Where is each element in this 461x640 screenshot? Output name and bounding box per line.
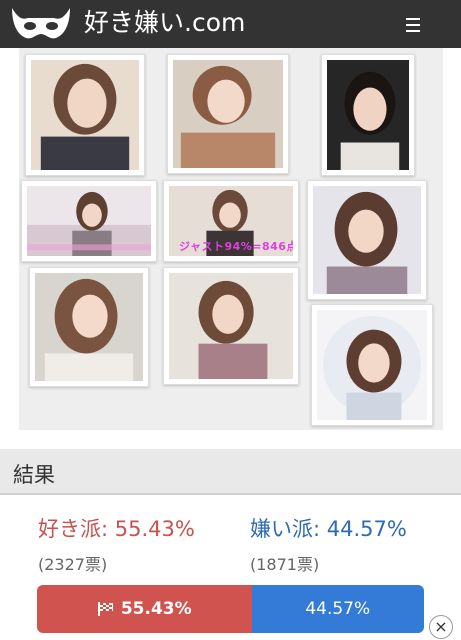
- photo-gallery: ジャスト94%=846点: [19, 48, 443, 430]
- like-vote-count: (2327票): [38, 555, 108, 574]
- like-percentage: 好き派: 55.43%: [38, 517, 195, 541]
- photo-7[interactable]: [29, 267, 149, 387]
- photo-3[interactable]: [321, 54, 415, 176]
- dislike-vote-count: (1871票): [250, 555, 320, 574]
- dislike-bar-label: 44.57%: [305, 599, 371, 619]
- mask-icon[interactable]: [8, 4, 74, 44]
- photo-1[interactable]: [25, 54, 145, 176]
- photo-8[interactable]: [163, 267, 299, 385]
- like-bar-label: 55.43%: [120, 599, 192, 619]
- like-bar-segment: 55.43%: [37, 585, 252, 633]
- photo-2[interactable]: [167, 54, 289, 174]
- dislike-percentage: 嫌い派: 44.57%: [250, 517, 407, 541]
- result-title: 結果: [13, 463, 55, 487]
- site-header: 好き嫌い.com: [0, 0, 461, 48]
- hamburger-menu-icon[interactable]: [398, 12, 430, 38]
- photo-9[interactable]: [311, 304, 433, 426]
- result-section-header: 結果: [0, 449, 461, 495]
- photo-4[interactable]: [21, 180, 157, 262]
- vote-result-bar: 55.43% 44.57%: [37, 585, 424, 633]
- site-title[interactable]: 好き嫌い.com: [84, 7, 245, 39]
- photo-caption: ジャスト94%=846点: [179, 240, 293, 253]
- flag-icon: [97, 602, 113, 616]
- close-icon[interactable]: ×: [429, 615, 453, 639]
- photo-6[interactable]: [307, 180, 427, 300]
- photo-5[interactable]: ジャスト94%=846点: [163, 180, 299, 262]
- dislike-bar-segment: 44.57%: [251, 585, 424, 633]
